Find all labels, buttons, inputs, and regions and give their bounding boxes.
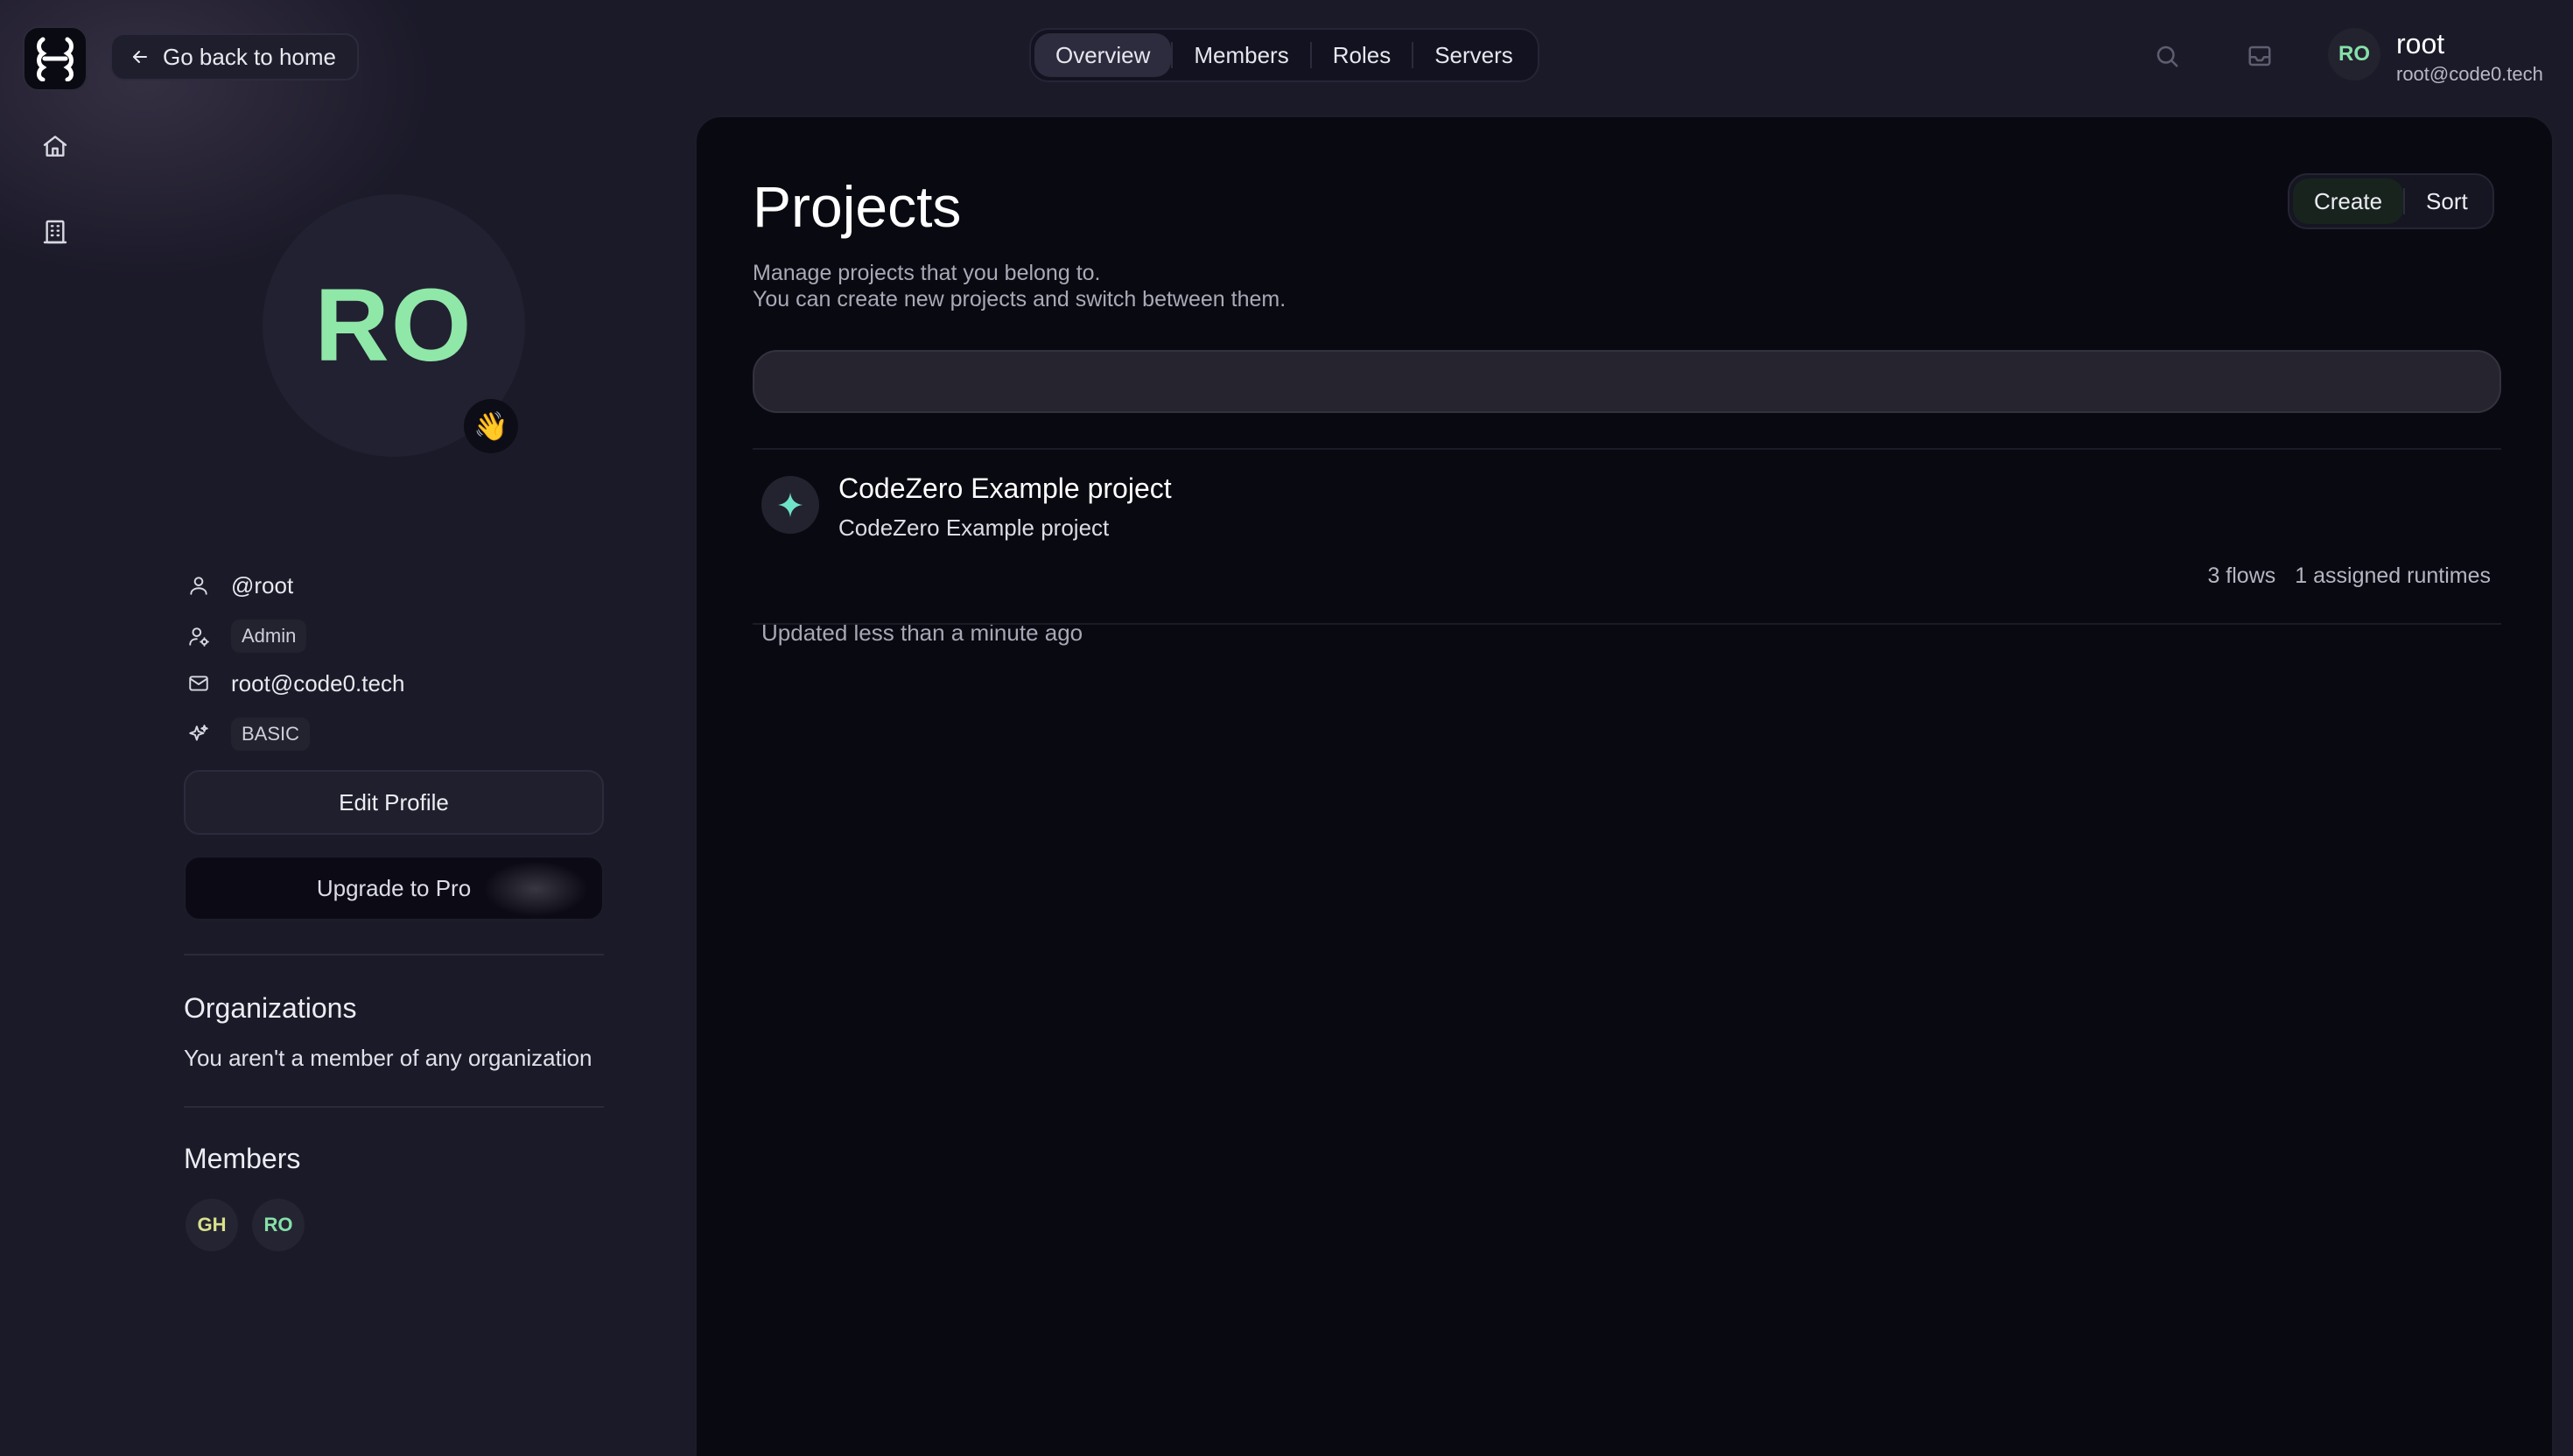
rail-home[interactable] — [35, 126, 75, 166]
user-cog-icon — [184, 621, 214, 651]
search-button[interactable] — [2149, 38, 2184, 74]
project-flows: 3 flows — [2207, 564, 2276, 588]
tab-overview[interactable]: Overview — [1034, 33, 1172, 77]
user-icon — [184, 570, 214, 600]
user-avatar[interactable]: RO — [2328, 28, 2380, 80]
app-logo[interactable] — [23, 26, 88, 91]
profile-email-row: root@code0.tech — [184, 668, 404, 698]
member-avatar[interactable]: GH — [186, 1199, 238, 1251]
project-subtitle: CodeZero Example project — [838, 514, 1110, 541]
go-back-label: Go back to home — [163, 43, 336, 70]
organizations-title: Organizations — [184, 992, 357, 1024]
profile-username: @root — [231, 571, 294, 598]
tab-servers[interactable]: Servers — [1413, 33, 1534, 77]
project-icon — [761, 476, 819, 534]
tab-members[interactable]: Members — [1173, 33, 1309, 77]
project-list-item[interactable]: CodeZero Example project CodeZero Exampl… — [753, 450, 2501, 646]
project-search-input[interactable] — [753, 350, 2501, 413]
project-title: CodeZero Example project — [838, 472, 1172, 504]
section-divider — [184, 954, 604, 956]
inbox-button[interactable] — [2242, 38, 2277, 74]
user-name: root — [2396, 28, 2445, 60]
arrow-left-icon — [133, 51, 147, 63]
inbox-icon — [2248, 46, 2271, 66]
nav-rail — [0, 0, 110, 1456]
building-icon — [43, 220, 67, 244]
profile-role-row: Admin — [184, 620, 307, 653]
list-divider — [753, 623, 2501, 625]
member-avatar[interactable]: RO — [252, 1199, 305, 1251]
profile-email: root@code0.tech — [231, 669, 405, 696]
projects-actions: Create Sort — [2288, 173, 2494, 229]
project-meta: 3 flows 1 assigned runtimes — [2207, 564, 2491, 589]
profile-plan-row: BASIC — [184, 718, 311, 751]
members-title: Members — [184, 1143, 301, 1174]
upgrade-to-pro-button[interactable]: Upgrade to Pro — [184, 856, 604, 920]
profile-username-row: @root — [184, 570, 293, 600]
go-back-button[interactable]: Go back to home — [110, 33, 359, 80]
create-button[interactable]: Create — [2293, 178, 2404, 224]
upgrade-label: Upgrade to Pro — [316, 874, 472, 901]
section-divider — [184, 1106, 604, 1108]
upgrade-shine — [483, 861, 588, 917]
top-tabs: Overview Members Roles Servers — [1029, 28, 1539, 82]
home-icon — [43, 136, 67, 157]
sort-button[interactable]: Sort — [2405, 178, 2489, 224]
tab-roles[interactable]: Roles — [1312, 33, 1412, 77]
rail-organizations[interactable] — [35, 212, 75, 252]
page-description-line2: You can create new projects and switch b… — [753, 287, 1286, 312]
organizations-empty-text: You aren't a member of any organization — [184, 1045, 592, 1071]
mail-icon — [184, 668, 214, 698]
codezero-logo-icon — [37, 37, 74, 81]
profile-role-badge: Admin — [231, 620, 307, 653]
sparkle-star-icon — [777, 492, 803, 518]
user-email: root@code0.tech — [2396, 63, 2543, 85]
project-runtimes: 1 assigned runtimes — [2295, 564, 2491, 588]
page-title: Projects — [753, 174, 962, 239]
search-icon — [2156, 46, 2178, 67]
edit-profile-button[interactable]: Edit Profile — [184, 770, 604, 835]
wave-emoji[interactable]: 👋 — [464, 399, 518, 453]
projects-panel: Projects Create Sort Manage projects tha… — [695, 116, 2554, 1456]
sparkles-icon — [184, 719, 214, 749]
page-description-line1: Manage projects that you belong to. — [753, 261, 1101, 285]
profile-plan-badge: BASIC — [231, 718, 311, 751]
